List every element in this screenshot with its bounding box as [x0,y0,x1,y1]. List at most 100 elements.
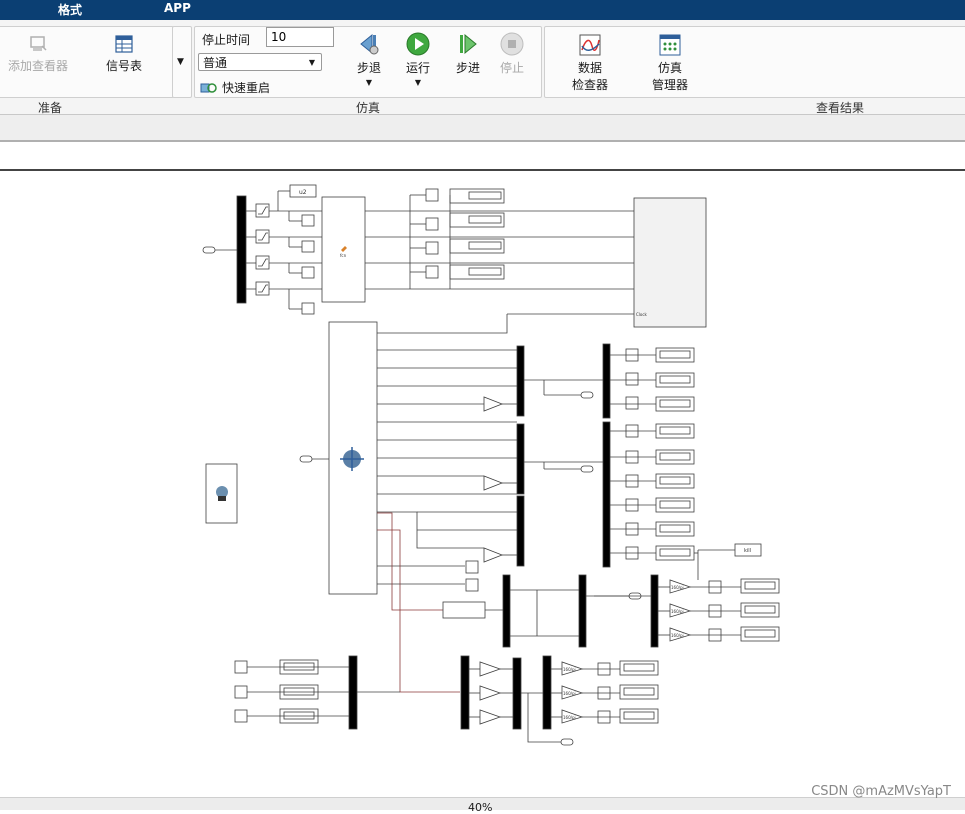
demux-bar[interactable] [542,655,552,730]
outport-block[interactable] [580,465,594,473]
scope-block[interactable] [465,578,479,592]
gain-block[interactable] [479,661,502,677]
display-block[interactable] [655,521,695,537]
prepare-gallery-expander[interactable]: ▼ [172,26,192,98]
stop-button[interactable]: 停止 [500,32,524,76]
display-block[interactable] [619,660,659,676]
display-block[interactable] [449,238,505,254]
chevron-down-icon: ▼ [177,57,184,67]
display-block[interactable] [655,545,695,561]
display-block[interactable] [655,449,695,465]
saturation-block[interactable] [255,203,270,218]
stop-icon [500,32,524,56]
display-block[interactable] [740,602,780,618]
display-block[interactable] [655,497,695,513]
inport-block[interactable] [299,455,313,463]
data-inspector-icon [579,34,601,56]
scope-block[interactable] [465,560,479,574]
fast-restart-toggle[interactable]: 快速重启 [200,79,270,96]
scope-block[interactable] [301,302,315,315]
display-block[interactable] [655,347,695,363]
display-block[interactable] [655,473,695,489]
group-label-review-results: 查看结果 [816,101,865,115]
scope-block[interactable] [301,266,315,279]
simulation-manager-button[interactable]: 仿真 管理器 [652,34,688,93]
explorer-bar [0,115,965,142]
step-back-label: 步退 [357,61,382,75]
scope-block[interactable] [625,396,639,410]
mux-bar[interactable] [460,655,470,730]
chevron-down-icon[interactable]: ▼ [366,78,372,87]
scope-block[interactable] [425,265,439,279]
demux-bar[interactable] [348,655,358,730]
stop-time-input[interactable] [266,27,334,47]
simulink-diagram[interactable]: u2 Clock fcn kill 160/pi 160/pi 160/pi 1… [0,172,965,797]
display-block[interactable] [449,264,505,280]
outport-block[interactable] [560,738,574,746]
display-block[interactable] [619,684,659,700]
mux-bar[interactable] [578,574,587,648]
display-block[interactable] [655,372,695,388]
display-block[interactable] [449,188,505,204]
outport-block[interactable] [580,391,594,399]
scope-block[interactable] [234,660,248,674]
demux-bar[interactable] [602,421,611,568]
display-block[interactable] [449,212,505,228]
gain-label: 160/pi [563,667,576,672]
zoom-level[interactable]: 40% [468,801,492,814]
group-label-prepare: 准备 [38,101,63,115]
scope-block[interactable] [425,217,439,231]
constant-label: u2 [299,189,307,196]
step-forward-button[interactable]: 步进 [456,32,480,76]
scope-block[interactable] [425,241,439,255]
scope-block[interactable] [234,685,248,699]
model-canvas[interactable]: u2 Clock fcn kill 160/pi 160/pi 160/pi 1… [0,172,965,797]
gain-block[interactable] [483,475,504,491]
demux-bar[interactable] [650,574,659,648]
scope-block[interactable] [234,709,248,723]
display-block[interactable] [740,626,780,642]
run-button[interactable]: 运行 ▼ [406,32,430,87]
function-icon [341,246,347,252]
scope-block[interactable] [625,372,639,386]
gain-block[interactable] [479,709,502,725]
scope-block[interactable] [301,214,315,227]
step-back-icon [360,33,379,55]
clock-port-label: Clock [636,312,648,317]
demux-bar[interactable] [236,195,247,304]
display-block[interactable] [655,396,695,412]
transfer-function-block[interactable] [442,601,486,619]
display-block[interactable] [740,578,780,594]
gain-label: 160/pi [671,585,684,590]
chevron-down-icon[interactable]: ▼ [415,78,421,87]
mux-bar[interactable] [512,657,522,730]
display-block[interactable] [619,708,659,724]
mux-bar[interactable] [516,345,525,417]
add-viewer-button[interactable]: 添加查看器 [8,34,68,74]
saturation-block[interactable] [255,229,270,244]
tab-app[interactable]: APP [164,1,191,15]
inport-block[interactable] [202,246,216,254]
step-back-button[interactable]: 步退 ▼ [357,32,381,87]
gain-label: 160/pi [671,609,684,614]
gain-block[interactable] [479,685,502,701]
scope-viewer-block[interactable] [633,197,707,328]
saturation-block[interactable] [255,281,270,296]
mux-bar[interactable] [516,423,525,495]
simulation-mode-select[interactable]: 普通 ▼ [198,53,322,71]
demux-bar[interactable] [602,343,611,419]
data-inspector-button[interactable]: 数据 检查器 [572,34,608,93]
mux-bar[interactable] [502,574,511,648]
gain-block[interactable] [483,547,504,563]
scope-block[interactable] [301,240,315,253]
ribbon-toolstrip: ▼ 添加查看器 信号表 准备 停止时间 普通 ▼ 快速重启 [0,20,965,115]
function-label: fcn [340,253,347,258]
saturation-block[interactable] [255,255,270,270]
tab-format[interactable]: 格式 [58,1,82,18]
gain-block[interactable] [483,396,504,412]
signal-table-button[interactable]: 信号表 [106,34,142,74]
menu-bar: 格式 APP [0,0,965,20]
scope-block[interactable] [425,188,439,202]
display-block[interactable] [655,423,695,439]
mux-bar[interactable] [516,495,525,567]
